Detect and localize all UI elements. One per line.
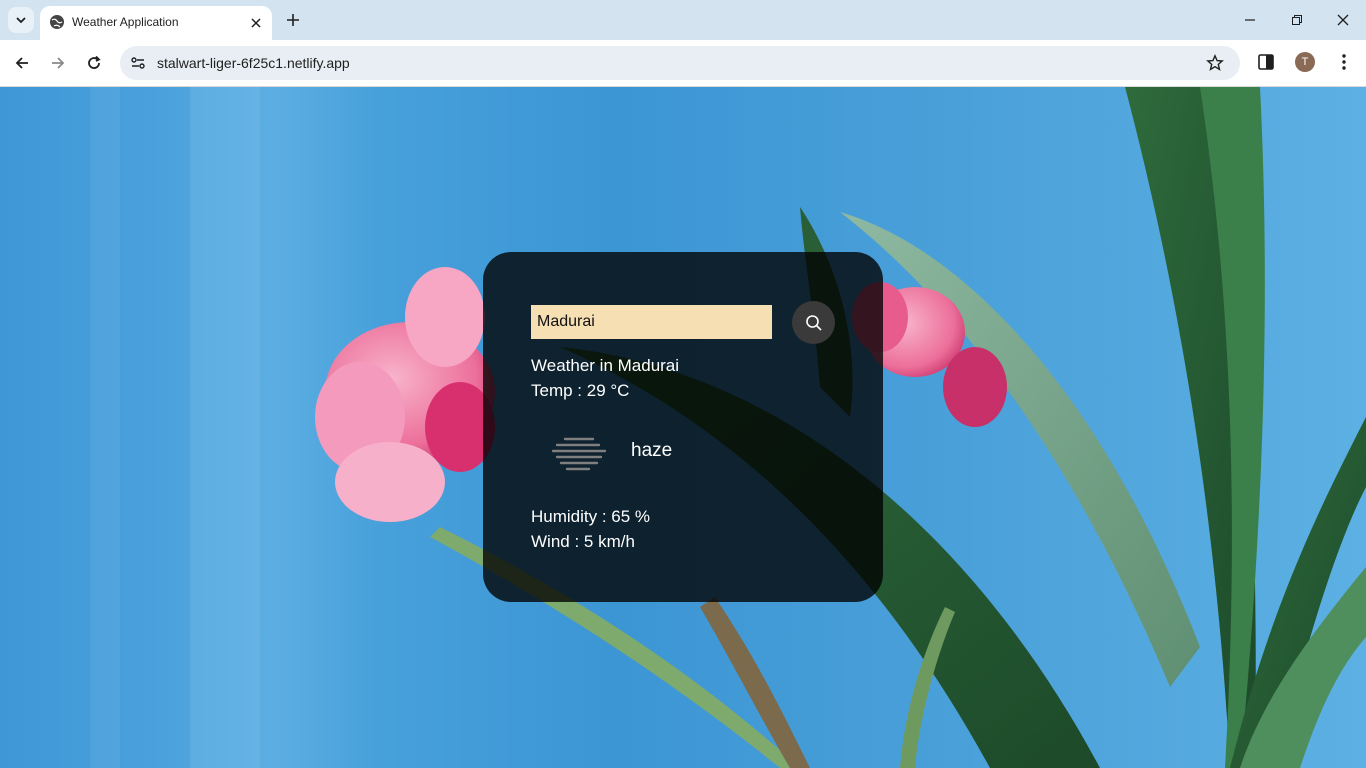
globe-icon [50,15,64,29]
arrow-right-icon [52,57,65,69]
plus-icon [287,14,299,26]
city-search-input[interactable] [531,305,772,339]
browser-toolbar: stalwart-liger-6f25c1.netlify.app T [0,40,1366,87]
page-viewport: Weather in Madurai Temp : 29 °C haze Hum… [0,87,1366,768]
weather-description: haze [631,440,673,461]
tab-title: Weather Application [72,15,179,29]
tab-strip: Weather Application [0,0,1366,40]
url-text[interactable]: stalwart-liger-6f25c1.netlify.app [157,55,350,71]
side-panel-icon[interactable] [1256,52,1276,72]
browser-menu-button[interactable] [1334,52,1354,72]
more-vert-icon [1342,54,1346,70]
minimize-icon [1245,19,1255,21]
weather-card: Weather in Madurai Temp : 29 °C haze Hum… [483,252,883,602]
tab-search-button[interactable] [8,7,34,33]
new-tab-button[interactable] [282,9,304,31]
chevron-down-icon [16,17,26,24]
humidity-text: Humidity : 65 % [531,507,651,526]
tab-close-icon[interactable] [246,13,266,33]
reload-button[interactable] [83,52,105,74]
restore-icon [1292,15,1302,25]
minimize-button[interactable] [1240,10,1260,30]
reload-icon [88,55,101,69]
temperature-text: Temp : 29 °C [531,381,630,400]
wind-text: Wind : 5 km/h [531,532,635,551]
browser-tab[interactable]: Weather Application [40,6,272,40]
close-window-button[interactable] [1333,10,1353,30]
close-icon [1337,14,1349,26]
magnifier-icon [805,314,822,331]
forward-button[interactable] [47,52,69,74]
address-bar[interactable]: stalwart-liger-6f25c1.netlify.app [120,46,1240,80]
bookmark-star-icon[interactable] [1206,54,1224,72]
haze-icon [551,437,607,471]
city-heading: Weather in Madurai [531,356,680,375]
restore-button[interactable] [1287,10,1307,30]
profile-avatar[interactable]: T [1295,52,1315,72]
back-button[interactable] [11,52,33,74]
arrow-left-icon [15,57,28,69]
site-settings-icon[interactable] [129,54,147,72]
search-button[interactable] [792,301,835,344]
